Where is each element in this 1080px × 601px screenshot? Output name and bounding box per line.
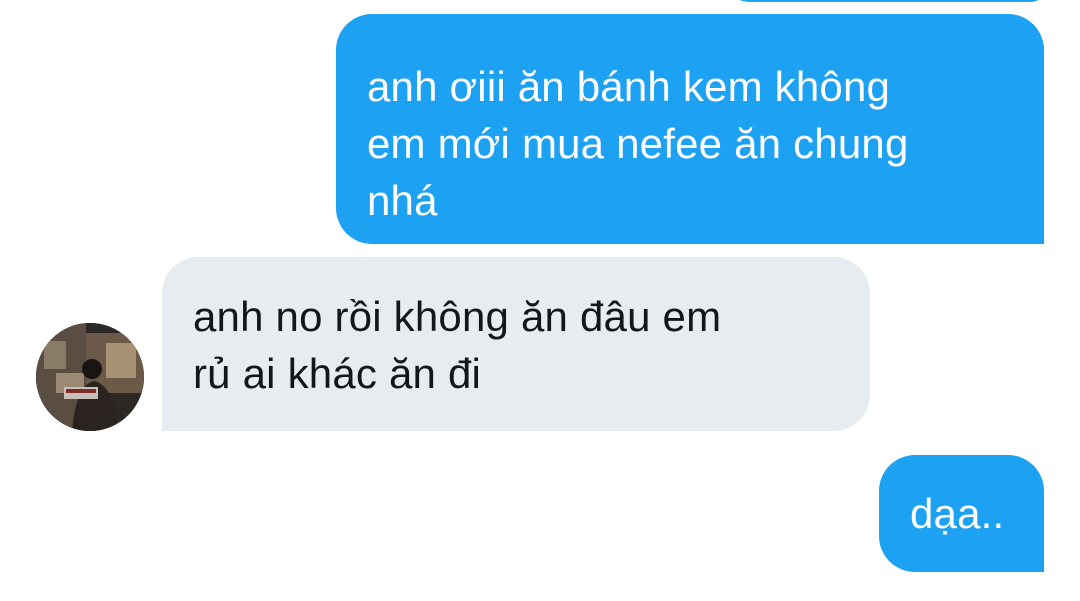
sent-message-bubble-short[interactable]: dạa.. (879, 455, 1044, 572)
previous-sent-message-bubble[interactable] (722, 0, 1045, 2)
sent-message-bubble[interactable]: anh ơiii ăn bánh kem không em mới mua ne… (336, 14, 1044, 244)
avatar-photo-icon (36, 323, 144, 431)
received-message-bubble[interactable]: anh no rồi không ăn đâu em rủ ai khác ăn… (162, 257, 870, 431)
contact-avatar[interactable] (36, 323, 144, 431)
